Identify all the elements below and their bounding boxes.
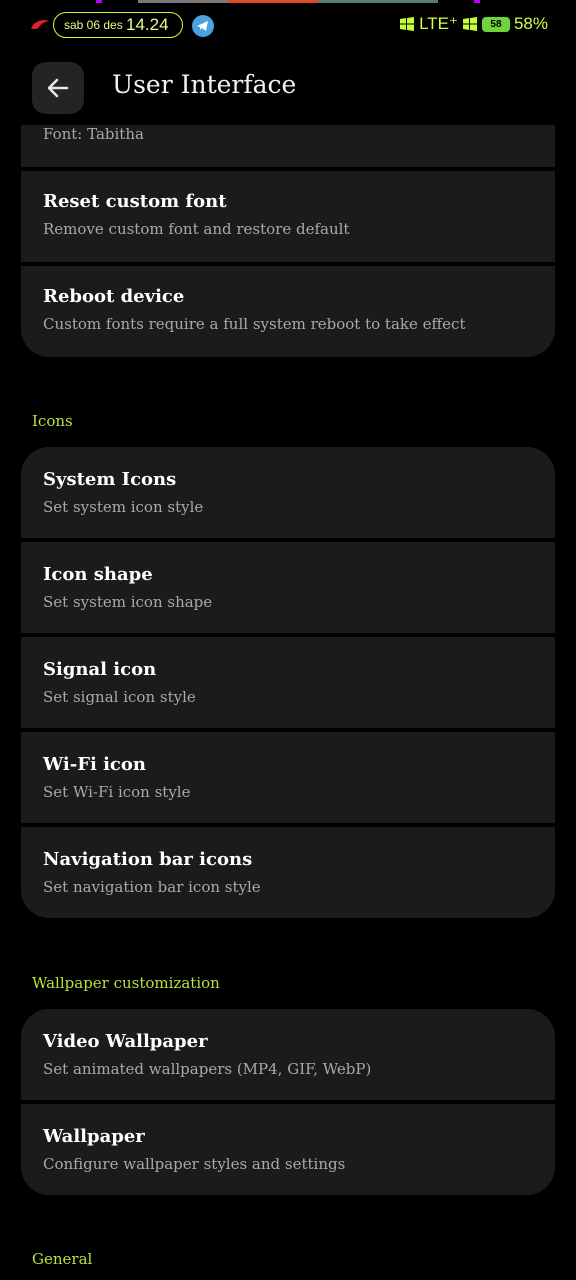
section-header-wallpaper: Wallpaper customization bbox=[32, 974, 220, 992]
windows-flag-icon bbox=[400, 17, 415, 31]
font-setting-subtitle: Font: Tabitha bbox=[43, 125, 144, 143]
item-title: Signal icon bbox=[43, 659, 157, 680]
status-date: sab 06 des bbox=[64, 18, 123, 32]
network-label: LTE⁺ bbox=[419, 14, 458, 33]
navigation-bar-icons-item[interactable]: Navigation bar icons Set navigation bar … bbox=[21, 827, 555, 918]
signal-icon-item[interactable]: Signal icon Set signal icon style bbox=[21, 637, 555, 728]
arrow-left-icon bbox=[47, 78, 69, 98]
item-title: System Icons bbox=[43, 469, 177, 490]
section-header-icons: Icons bbox=[32, 412, 73, 430]
system-icons-item[interactable]: System Icons Set system icon style bbox=[21, 447, 555, 538]
item-title: Wallpaper bbox=[43, 1126, 145, 1147]
item-title: Navigation bar icons bbox=[43, 849, 253, 870]
item-title: Icon shape bbox=[43, 564, 153, 585]
item-subtitle: Set navigation bar icon style bbox=[43, 878, 261, 896]
section-header-general: General bbox=[32, 1250, 93, 1268]
wallpaper-item[interactable]: Wallpaper Configure wallpaper styles and… bbox=[21, 1104, 555, 1195]
item-subtitle: Set system icon style bbox=[43, 498, 204, 516]
status-time: 14.24 bbox=[126, 15, 169, 34]
font-setting-item[interactable]: Font: Tabitha bbox=[21, 125, 555, 167]
item-title: Reboot device bbox=[43, 286, 185, 307]
item-subtitle: Set system icon shape bbox=[43, 593, 213, 611]
status-bar: sab 06 des 14.24 LTE⁺ 58 58% bbox=[0, 10, 576, 44]
status-right: LTE⁺ 58 58% bbox=[399, 14, 548, 34]
reset-custom-font-item[interactable]: Reset custom font Remove custom font and… bbox=[21, 171, 555, 262]
item-subtitle: Set animated wallpapers (MP4, GIF, WebP) bbox=[43, 1060, 372, 1078]
app-header: User Interface bbox=[0, 60, 576, 120]
item-title: Reset custom font bbox=[43, 191, 227, 212]
item-subtitle: Set signal icon style bbox=[43, 688, 196, 706]
video-wallpaper-item[interactable]: Video Wallpaper Set animated wallpapers … bbox=[21, 1009, 555, 1100]
back-button[interactable] bbox=[32, 62, 84, 114]
rog-logo-icon bbox=[31, 20, 49, 30]
wifi-icon-item[interactable]: Wi-Fi icon Set Wi-Fi icon style bbox=[21, 732, 555, 823]
item-subtitle: Remove custom font and restore default bbox=[43, 220, 350, 238]
item-subtitle: Custom fonts require a full system reboo… bbox=[43, 315, 466, 333]
windows-flag-icon bbox=[462, 17, 477, 31]
icon-shape-item[interactable]: Icon shape Set system icon shape bbox=[21, 542, 555, 633]
telegram-icon bbox=[192, 15, 214, 37]
clock-pill: sab 06 des 14.24 bbox=[53, 12, 183, 38]
battery-icon: 58 bbox=[481, 16, 510, 32]
battery-percent: 58% bbox=[513, 14, 548, 33]
top-color-strip bbox=[96, 0, 480, 4]
item-title: Wi-Fi icon bbox=[43, 754, 146, 775]
page-title: User Interface bbox=[112, 70, 297, 99]
item-subtitle: Configure wallpaper styles and settings bbox=[43, 1155, 346, 1173]
item-title: Video Wallpaper bbox=[43, 1031, 208, 1052]
item-subtitle: Set Wi-Fi icon style bbox=[43, 783, 191, 801]
reboot-device-item[interactable]: Reboot device Custom fonts require a ful… bbox=[21, 266, 555, 357]
